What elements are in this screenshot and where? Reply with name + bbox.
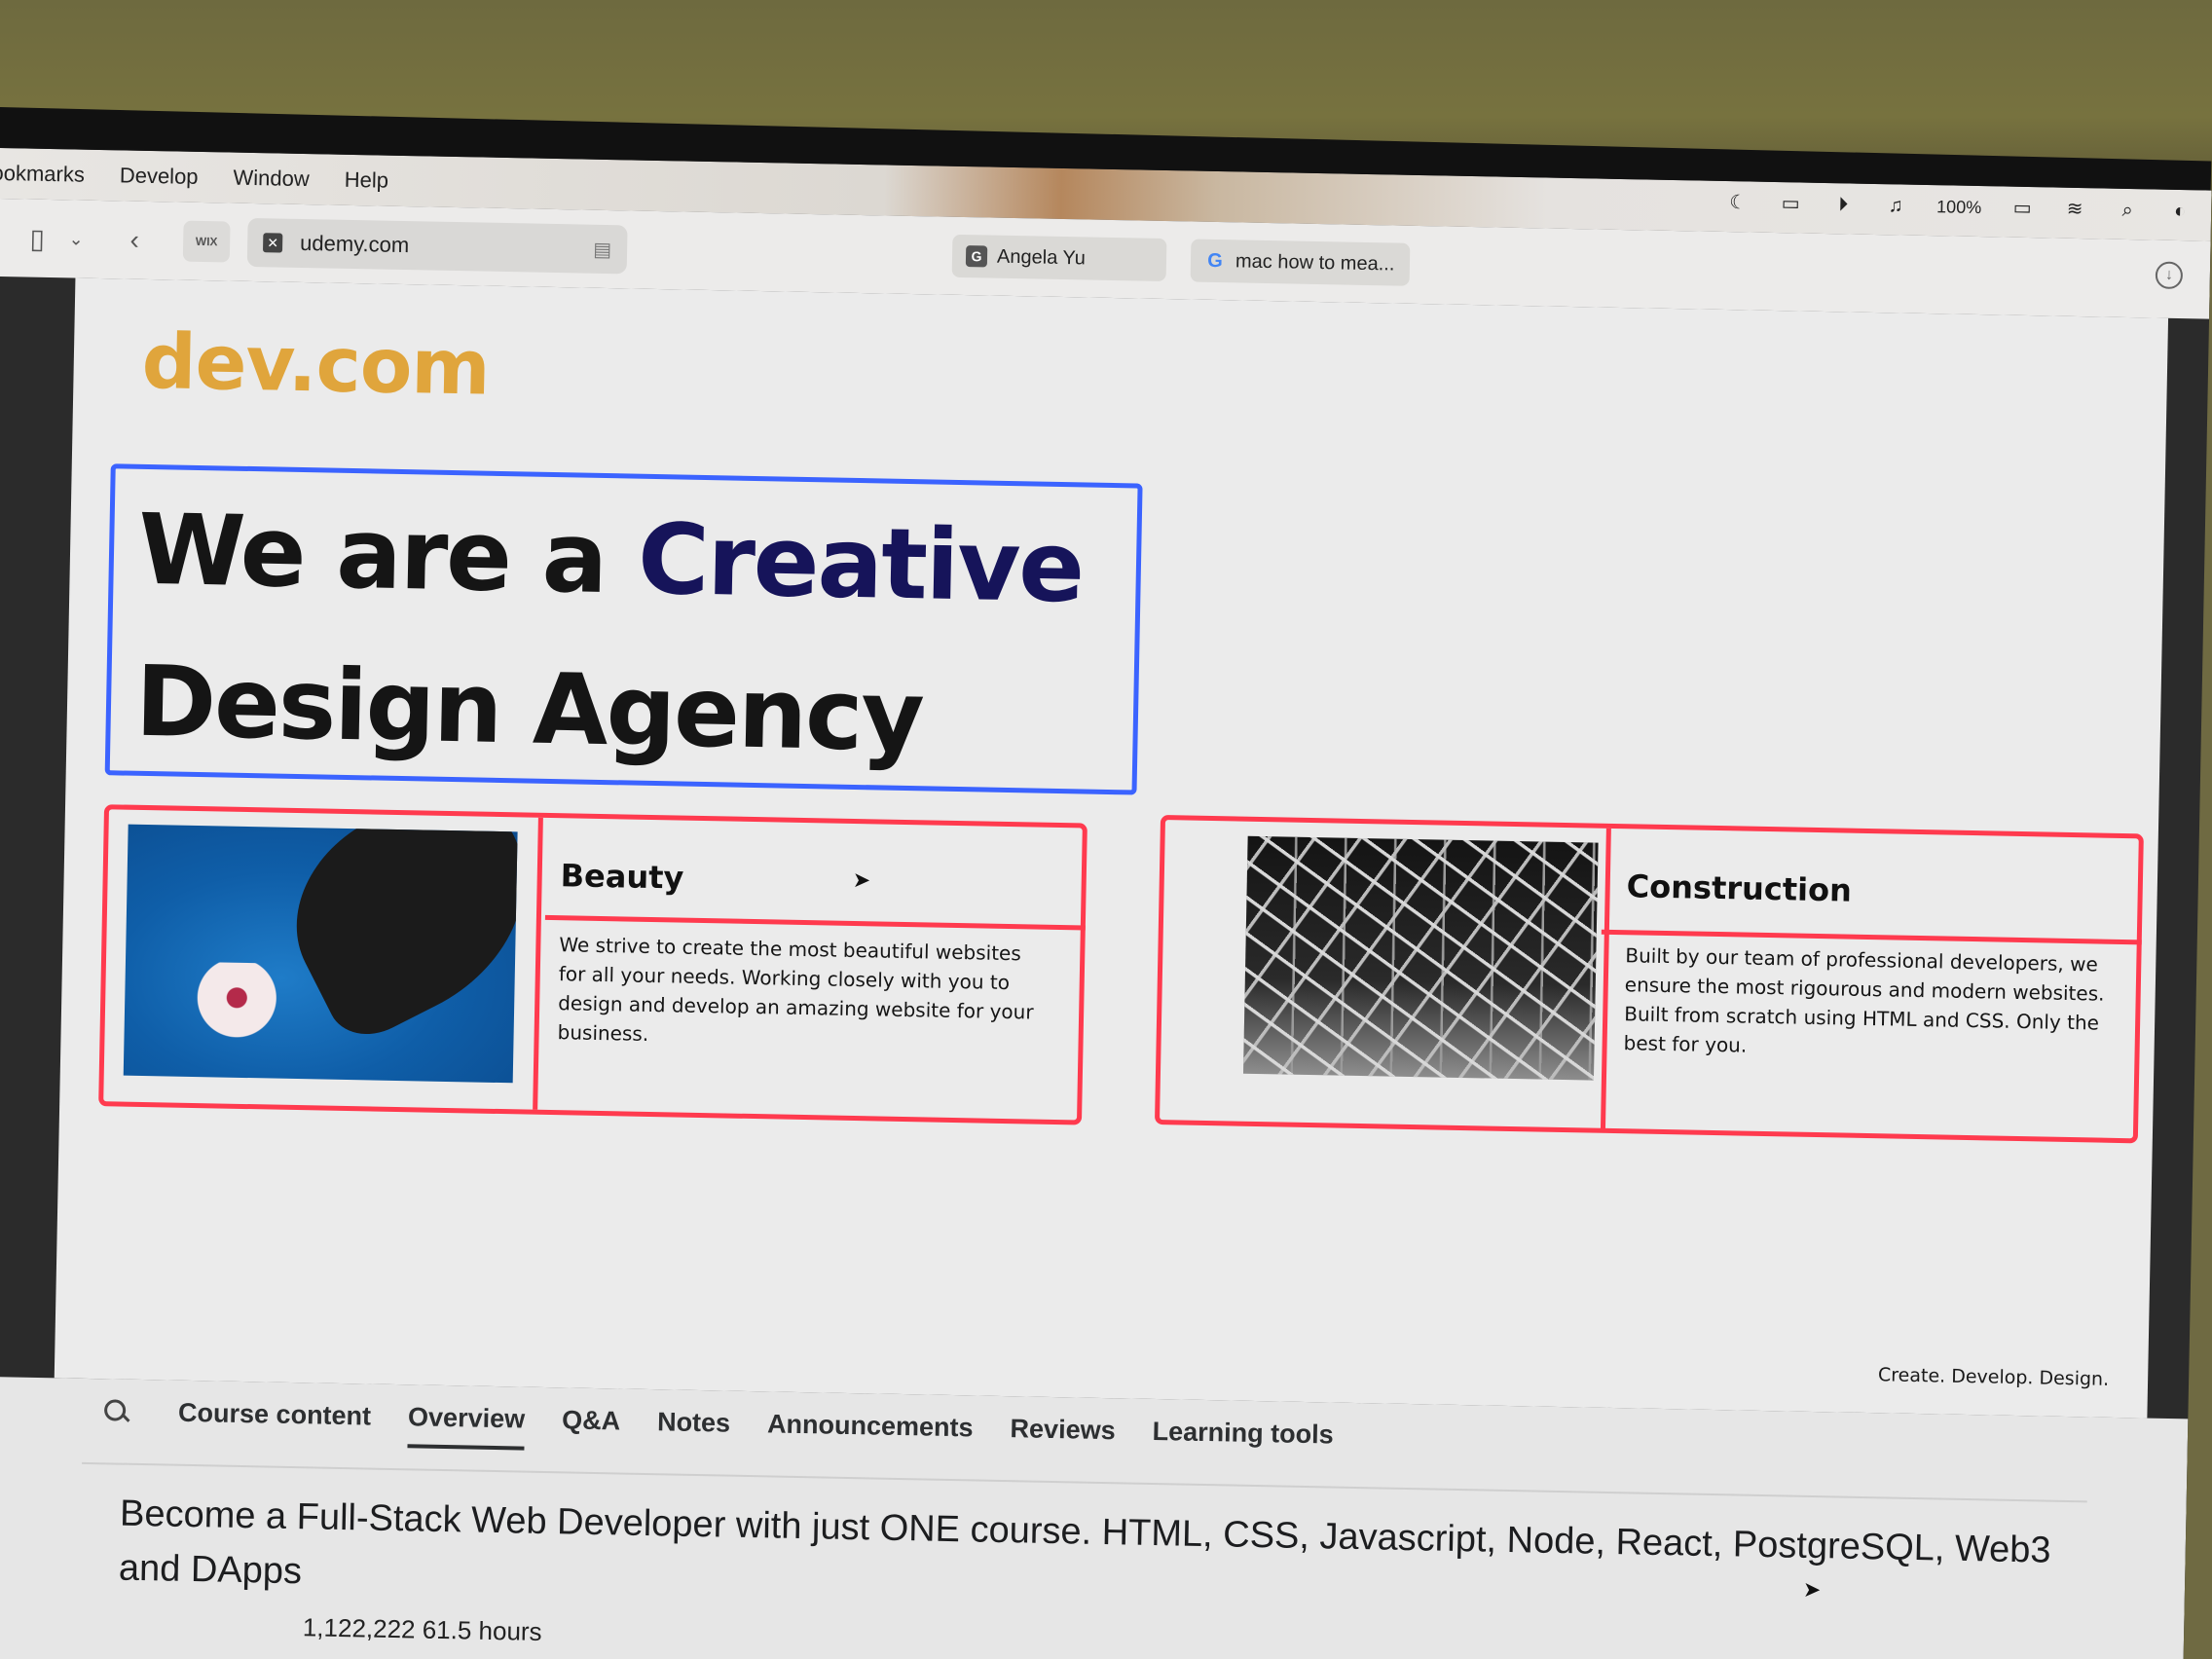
back-icon[interactable]: ‹ [115,220,155,260]
search-icon[interactable]: ⌕ [2116,199,2139,222]
url-text: udemy.com [299,230,410,258]
tab-overview[interactable]: Overview [407,1402,526,1451]
tab-learning-tools[interactable]: Learning tools [1152,1417,1334,1451]
course-tabs: Course content Overview Q&A Notes Announ… [102,1396,1334,1451]
moon-icon[interactable]: ☾ [1726,191,1750,214]
tab-label: Angela Yu [996,245,1087,269]
course-title: Become a Full-Stack Web Developer with j… [118,1493,2051,1593]
site-logo: dev.com [140,317,491,413]
control-center-icon[interactable]: ◐ [2168,200,2192,223]
card-text-beauty: We strive to create the most beautiful w… [557,933,1034,1046]
course-stats: 1,122,222 61.5 hours [302,1612,542,1646]
chevron-down-icon[interactable]: ⌄ [56,219,96,259]
tab-qa[interactable]: Q&A [562,1405,621,1436]
screen: ookmarks Develop Window Help ☾ ▭ ⏵ ♫ 100… [0,148,2212,1659]
flower-shape [192,961,281,1042]
red-divider [544,914,1086,931]
address-bar[interactable]: ✕ udemy.com ▤ [246,217,628,275]
play-icon[interactable]: ⏵ [1831,193,1855,216]
download-icon[interactable]: ↓ [2155,261,2184,290]
card-title-beauty: Beauty [560,857,684,897]
video-frame-page: dev.com We are a Creative Design Agency … [54,277,2169,1419]
hero-part1: We are a [136,492,608,616]
airpods-icon[interactable]: ♫ [1884,194,1907,217]
battery-icon[interactable]: ▭ [2010,197,2034,220]
reader-icon[interactable]: ▤ [593,237,611,261]
tab-announcements[interactable]: Announcements [767,1409,974,1443]
wix-tab[interactable]: WIX [182,220,231,263]
google-icon: G [965,245,988,268]
display-icon[interactable]: ▭ [1779,192,1802,215]
construction-image [1242,835,1599,1081]
search-icon[interactable] [102,1397,132,1427]
sidebar-toggle-icon[interactable]: ▯ [18,218,57,258]
beauty-image [123,824,518,1084]
tab-label: mac how to mea... [1235,249,1395,276]
mouse-cursor-icon: ➤ [852,866,871,893]
mouse-cursor-icon: ➤ [1802,1576,1822,1603]
google-icon: G [1207,249,1223,273]
site-favicon-icon: ✕ [262,233,283,253]
hero-heading: We are a Creative Design Agency [134,474,1133,797]
battery-percent: 100% [1936,196,1982,217]
hero-accent: Creative [637,501,1085,625]
wifi-icon[interactable]: ≋ [2063,198,2086,221]
tab-reviews[interactable]: Reviews [1010,1414,1116,1446]
menu-develop[interactable]: Develop [120,163,199,190]
tab-angela-yu[interactable]: G Angela Yu [951,234,1167,282]
status-area: ☾ ▭ ⏵ ♫ 100% ▭ ≋ ⌕ ◐ [1726,191,2192,223]
udemy-course-area: Course content Overview Q&A Notes Announ… [0,1376,2189,1659]
tab-mac-how-to[interactable]: G mac how to mea... [1190,239,1411,286]
card-text-construction: Built by our team of professional develo… [1623,943,2105,1057]
tab-notes[interactable]: Notes [657,1407,731,1438]
hero-part2: Design Agency [133,644,924,774]
hand-shape [261,824,518,1051]
menu-window[interactable]: Window [233,166,310,192]
footer-tagline: Create. Develop. Design. [1877,1364,2110,1390]
tab-course-content[interactable]: Course content [178,1398,372,1432]
card-title-construction: Construction [1626,867,1853,909]
menu-help[interactable]: Help [345,167,389,194]
menu-bookmarks[interactable]: ookmarks [0,161,85,188]
